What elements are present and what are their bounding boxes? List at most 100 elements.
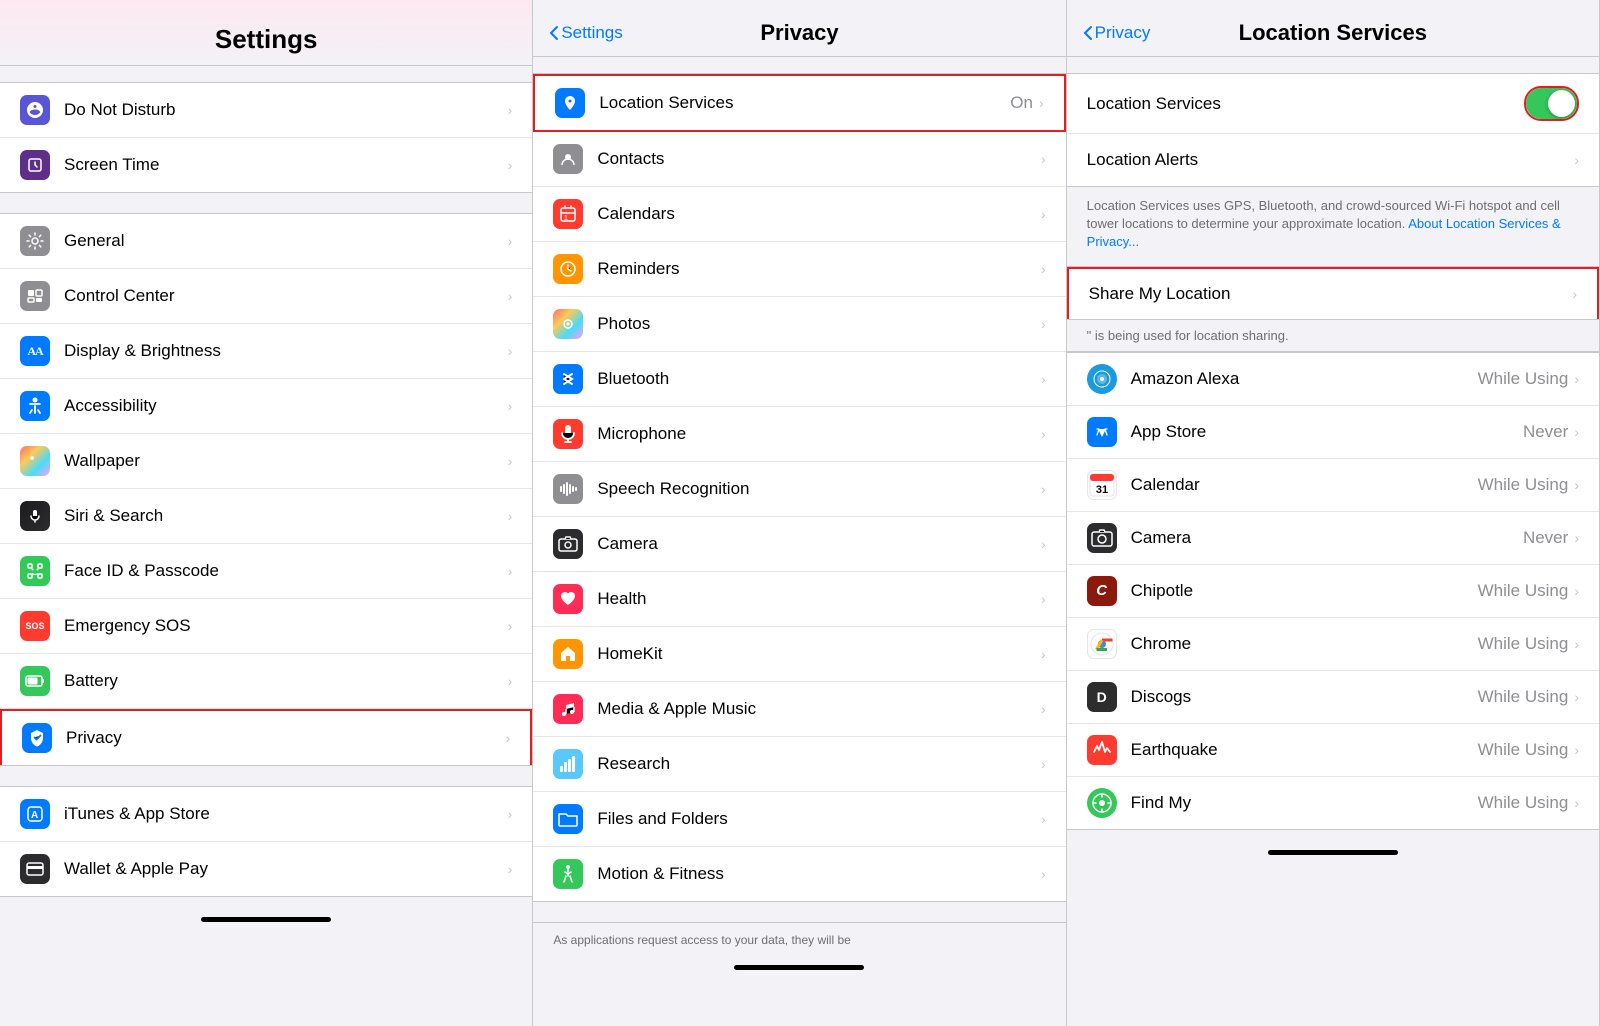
calendar-permission: While Using — [1478, 475, 1569, 495]
privacy-row-research[interactable]: Research › — [533, 737, 1065, 792]
wallet-icon — [20, 854, 50, 884]
app-row-earthquake[interactable]: Earthquake While Using › — [1067, 724, 1599, 777]
location-services-toggle[interactable] — [1526, 88, 1577, 119]
privacy-row-homekit[interactable]: HomeKit › — [533, 627, 1065, 682]
location-services-header: Privacy Location Services — [1067, 0, 1599, 57]
reminders-chevron: › — [1041, 261, 1046, 277]
privacy-row-calendars[interactable]: 1 Calendars › — [533, 187, 1065, 242]
location-services-back-button[interactable]: Privacy — [1083, 23, 1151, 43]
app-store-chevron: › — [1574, 424, 1579, 440]
home-indicator-2 — [734, 965, 864, 970]
app-row-camera[interactable]: Camera Never › — [1067, 512, 1599, 565]
location-services-apps-section: Amazon Alexa While Using › App Store Nev… — [1067, 352, 1599, 830]
chipotle-permission: While Using — [1478, 581, 1569, 601]
face-id-chevron: › — [508, 563, 513, 579]
amazon-alexa-chevron: › — [1574, 371, 1579, 387]
microphone-label: Microphone — [597, 424, 1041, 444]
contacts-icon — [553, 144, 583, 174]
location-services-scroll[interactable]: Location Services Location Alerts › Loca… — [1067, 57, 1599, 1026]
privacy-row-microphone[interactable]: Microphone › — [533, 407, 1065, 462]
chipotle-label: Chipotle — [1131, 581, 1478, 601]
privacy-row-health[interactable]: Health › — [533, 572, 1065, 627]
calendar-icon: 31 — [1087, 470, 1117, 500]
share-my-location-row[interactable]: Share My Location › — [1067, 267, 1599, 319]
location-alerts-chevron: › — [1574, 152, 1579, 168]
app-row-amazon-alexa[interactable]: Amazon Alexa While Using › — [1067, 353, 1599, 406]
privacy-scroll[interactable]: Location Services On › Contacts › 1 Cale… — [533, 57, 1065, 1026]
camera-chevron: › — [1041, 536, 1046, 552]
settings-row-general[interactable]: General › — [0, 214, 532, 269]
settings-row-accessibility[interactable]: Accessibility › — [0, 379, 532, 434]
motion-fitness-label: Motion & Fitness — [597, 864, 1041, 884]
itunes-icon: A — [20, 799, 50, 829]
screen-time-label: Screen Time — [64, 155, 508, 175]
chrome-icon — [1087, 629, 1117, 659]
location-services-section-top: Location Services Location Alerts › — [1067, 73, 1599, 187]
location-services-chevron: › — [1039, 95, 1044, 111]
media-apple-music-label: Media & Apple Music — [597, 699, 1041, 719]
wallpaper-chevron: › — [508, 453, 513, 469]
display-brightness-chevron: › — [508, 343, 513, 359]
chrome-permission: While Using — [1478, 634, 1569, 654]
app-row-calendar[interactable]: 31 Calendar While Using › — [1067, 459, 1599, 512]
settings-scroll[interactable]: Do Not Disturb › Screen Time › General › — [0, 66, 532, 1026]
screen-time-icon — [20, 150, 50, 180]
calendar-label: Calendar — [1131, 475, 1478, 495]
battery-chevron: › — [508, 673, 513, 689]
contacts-label: Contacts — [597, 149, 1041, 169]
privacy-row-motion-fitness[interactable]: Motion & Fitness › — [533, 847, 1065, 901]
settings-row-emergency-sos[interactable]: SOS Emergency SOS › — [0, 599, 532, 654]
settings-row-do-not-disturb[interactable]: Do Not Disturb › — [0, 83, 532, 138]
general-label: General — [64, 231, 508, 251]
privacy-row-media-apple-music[interactable]: Media & Apple Music › — [533, 682, 1065, 737]
privacy-row-speech-recognition[interactable]: Speech Recognition › — [533, 462, 1065, 517]
homekit-label: HomeKit — [597, 644, 1041, 664]
research-chevron: › — [1041, 756, 1046, 772]
accessibility-chevron: › — [508, 398, 513, 414]
location-alerts-row[interactable]: Location Alerts › — [1067, 134, 1599, 186]
earthquake-chevron: › — [1574, 742, 1579, 758]
settings-row-itunes[interactable]: A iTunes & App Store › — [0, 787, 532, 842]
settings-row-screen-time[interactable]: Screen Time › — [0, 138, 532, 192]
privacy-row-photos[interactable]: Photos › — [533, 297, 1065, 352]
accessibility-label: Accessibility — [64, 396, 508, 416]
earthquake-icon — [1087, 735, 1117, 765]
settings-row-control-center[interactable]: Control Center › — [0, 269, 532, 324]
app-row-chipotle[interactable]: C Chipotle While Using › — [1067, 565, 1599, 618]
privacy-row-contacts[interactable]: Contacts › — [533, 132, 1065, 187]
location-services-toggle-wrapper — [1524, 86, 1579, 121]
itunes-chevron: › — [508, 806, 513, 822]
photos-chevron: › — [1041, 316, 1046, 332]
location-services-toggle-row[interactable]: Location Services — [1067, 74, 1599, 134]
app-row-find-my[interactable]: Find My While Using › — [1067, 777, 1599, 829]
app-row-discogs[interactable]: D Discogs While Using › — [1067, 671, 1599, 724]
earthquake-label: Earthquake — [1131, 740, 1478, 760]
wallet-chevron: › — [508, 861, 513, 877]
health-icon — [553, 584, 583, 614]
privacy-row-location-services[interactable]: Location Services On › — [533, 74, 1065, 132]
share-my-location-section: Share My Location › — [1067, 266, 1599, 320]
privacy-row-files-folders[interactable]: Files and Folders › — [533, 792, 1065, 847]
find-my-icon — [1087, 788, 1117, 818]
privacy-back-label: Settings — [561, 23, 622, 43]
control-center-chevron: › — [508, 288, 513, 304]
settings-row-wallet[interactable]: Wallet & Apple Pay › — [0, 842, 532, 896]
siri-search-label: Siri & Search — [64, 506, 508, 526]
settings-row-siri-search[interactable]: Siri & Search › — [0, 489, 532, 544]
privacy-row-camera[interactable]: Camera › — [533, 517, 1065, 572]
settings-row-face-id[interactable]: Face ID & Passcode › — [0, 544, 532, 599]
settings-row-privacy[interactable]: Privacy › — [0, 709, 532, 765]
privacy-row-reminders[interactable]: Reminders › — [533, 242, 1065, 297]
location-services-label: Location Services — [599, 93, 1010, 113]
privacy-row-bluetooth[interactable]: Bluetooth › — [533, 352, 1065, 407]
settings-row-battery[interactable]: Battery › — [0, 654, 532, 709]
app-row-app-store[interactable]: App Store Never › — [1067, 406, 1599, 459]
settings-row-wallpaper[interactable]: Wallpaper › — [0, 434, 532, 489]
emergency-sos-icon: SOS — [20, 611, 50, 641]
settings-row-display-brightness[interactable]: AA Display & Brightness › — [0, 324, 532, 379]
settings-section-top: Do Not Disturb › Screen Time › — [0, 82, 532, 193]
microphone-chevron: › — [1041, 426, 1046, 442]
privacy-back-button[interactable]: Settings — [549, 23, 622, 43]
camera-icon — [553, 529, 583, 559]
app-row-chrome[interactable]: Chrome While Using › — [1067, 618, 1599, 671]
